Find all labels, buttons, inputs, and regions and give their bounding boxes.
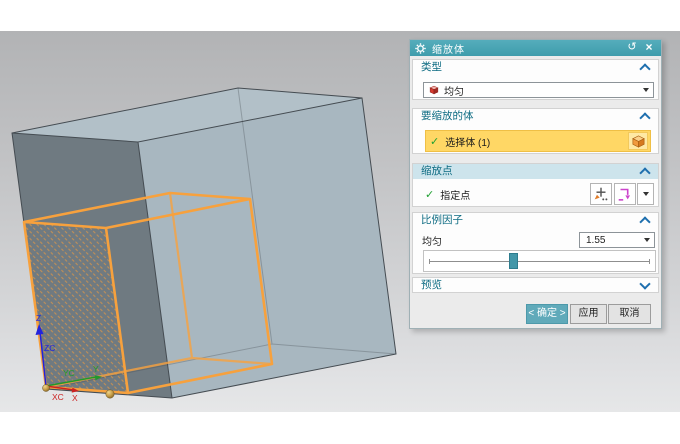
section-scale-point: 缩放点 ✓ 指定点 [412,163,659,207]
check-icon: ✓ [430,135,439,148]
gear-icon [415,43,426,54]
dialog-title: 缩放体 [432,41,465,56]
specify-point-row[interactable]: ✓ 指定点 [421,183,470,205]
section-type-label: 类型 [421,60,442,75]
chevron-up-icon[interactable] [639,112,650,123]
point-constructor-icon [592,185,610,203]
scale-body-dialog: 缩放体 ↺ × 类型 均匀 要缩放的体 ✓ 选择体 (1) [409,39,662,329]
zc-axis-label: ZC [44,343,55,353]
section-body-to-scale: 要缩放的体 ✓ 选择体 (1) [412,108,659,154]
solid-body-icon[interactable] [628,132,648,150]
slider-tick [649,259,650,264]
inferred-point-button[interactable] [614,183,636,205]
section-type-header[interactable]: 类型 [413,60,658,75]
uniform-factor-label: 均匀 [422,233,442,248]
select-body-label: 选择体 (1) [445,134,490,149]
yc-axis-label: YC [63,368,75,378]
uniform-factor-row: 均匀 [422,232,442,248]
section-body-label: 要缩放的体 [421,109,474,124]
z-axis-label: Z [36,313,41,323]
select-body-row[interactable]: ✓ 选择体 (1) [425,130,651,152]
type-dropdown-value: 均匀 [444,83,643,98]
section-point-header[interactable]: 缩放点 [413,164,658,179]
chevron-up-icon[interactable] [639,167,650,178]
slider-tick [429,259,430,264]
section-factor-header[interactable]: 比例因子 [413,213,658,228]
uniform-cube-icon [428,84,440,96]
specify-point-label: 指定点 [440,187,470,202]
axis-drag-ball[interactable] [106,390,114,398]
reset-icon[interactable]: ↺ [625,40,639,56]
dialog-titlebar[interactable]: 缩放体 ↺ × [410,40,661,56]
point-options-dropdown[interactable] [637,183,654,205]
chevron-up-icon[interactable] [639,63,650,74]
cancel-button[interactable]: 取消 [608,304,651,324]
section-preview-label: 预览 [421,278,442,293]
apply-button[interactable]: 应用 [570,304,607,324]
origin-handle-ball[interactable] [43,385,50,392]
chevron-up-icon[interactable] [639,216,650,227]
scale-factor-input[interactable]: 1.55 [579,232,655,248]
slider-handle[interactable] [509,253,518,269]
section-preview-header[interactable]: 预览 [413,278,658,293]
ok-button[interactable]: < 确定 > [526,304,568,324]
type-dropdown[interactable]: 均匀 [423,82,654,98]
section-factor-label: 比例因子 [421,213,463,228]
check-icon: ✓ [425,188,434,201]
point-dialog-button[interactable] [590,183,612,205]
y-axis-label: Y [93,364,99,374]
xc-axis-label: XC [52,392,64,402]
section-point-label: 缩放点 [421,164,453,179]
dropdown-arrow-icon [644,238,650,242]
slider-track[interactable] [429,261,650,262]
dropdown-arrow-icon [643,192,649,196]
dropdown-arrow-icon [643,88,649,92]
inferred-point-icon [616,185,634,203]
section-preview: 预览 [412,277,659,293]
x-axis-label: X [72,393,78,403]
scale-factor-slider[interactable] [423,250,656,272]
section-body-header[interactable]: 要缩放的体 [413,109,658,124]
scale-factor-value: 1.55 [586,235,644,246]
close-icon[interactable]: × [642,40,656,56]
chevron-down-icon[interactable] [639,278,650,289]
